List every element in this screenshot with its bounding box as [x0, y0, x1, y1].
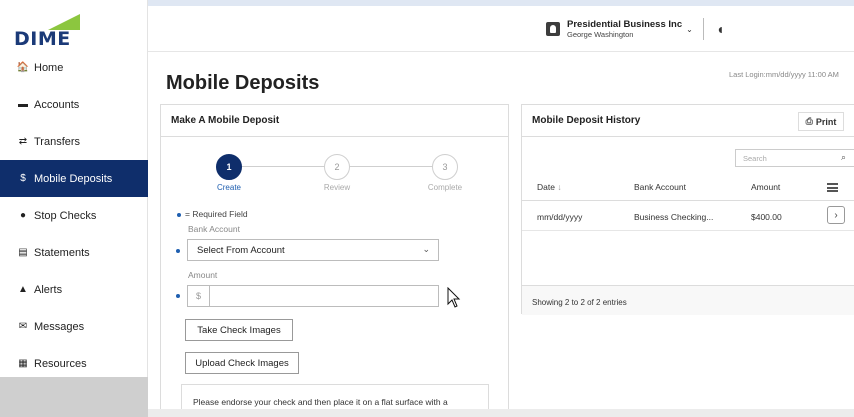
bank-account-value: Select From Account: [197, 244, 285, 256]
step-3-circle: 3: [432, 154, 458, 180]
required-dot-icon: [177, 212, 181, 217]
column-header-bank-account: Bank Account: [634, 182, 686, 192]
home-icon: 🏠: [16, 62, 30, 73]
envelope-icon: ✉: [18, 321, 28, 332]
date-header-text: Date: [537, 182, 555, 192]
amount-label: Amount: [188, 270, 218, 280]
bank-account-select[interactable]: Select From Account ⌄: [187, 239, 439, 261]
header-divider: [702, 18, 704, 40]
page-title: Mobile Deposits: [166, 72, 320, 94]
document-icon: ▤: [18, 247, 28, 258]
sort-down-icon: ↓: [557, 182, 562, 192]
stop-icon: ●: [19, 210, 27, 221]
required-dot-icon: [176, 294, 180, 298]
sidebar-item-home[interactable]: 🏠 Home: [0, 49, 148, 86]
account-text: Presidential Business Inc George Washing…: [567, 19, 682, 40]
sidebar-item-statements[interactable]: ▤ Statements: [0, 234, 148, 271]
upload-check-images-button[interactable]: Upload Check Images: [185, 352, 299, 374]
deposit-history-panel: Mobile Deposit History ⎙ Print Search ⌕ D…: [521, 104, 854, 315]
sidebar-item-transfers[interactable]: ⇄ Transfers: [0, 123, 148, 160]
deposit-stepper: 1 2 3 Create Review Complete: [211, 152, 462, 192]
bell-icon: ▲: [18, 284, 28, 295]
print-button[interactable]: ⎙ Print: [798, 112, 844, 131]
dollar-icon: $: [20, 173, 26, 184]
sidebar-item-mobile-deposits[interactable]: $ Mobile Deposits: [0, 160, 148, 197]
last-login: Last Login:mm/dd/yyyy 11:00 AM: [729, 70, 839, 79]
search-placeholder: Search: [743, 153, 767, 163]
business-name: Presidential Business Inc: [567, 18, 683, 30]
table-row: mm/dd/yyyy Business Checking... $400.00 …: [522, 201, 854, 231]
mouse-pointer-icon: [447, 287, 461, 308]
sidebar-item-label: Transfers: [34, 135, 81, 148]
instructions-text: Please endorse your check and then place…: [193, 397, 448, 407]
step-2-circle: 2: [324, 154, 350, 180]
chevron-down-icon: ⌄: [686, 24, 693, 34]
sidebar-item-accounts[interactable]: ▬ Accounts: [0, 86, 148, 123]
amount-input[interactable]: [210, 286, 438, 306]
column-settings-icon[interactable]: [827, 183, 838, 192]
sidebar-item-label: Stop Checks: [34, 209, 97, 222]
required-note-text: = Required Field: [185, 209, 248, 219]
table-footer: Showing 2 to 2 of 2 entries: [522, 285, 854, 315]
required-field-note: = Required Field: [177, 209, 248, 219]
top-header: [148, 0, 854, 52]
bank-account-label: Bank Account: [188, 224, 240, 234]
account-switcher[interactable]: Presidential Business Inc George Washing…: [546, 18, 724, 40]
help-icon[interactable]: ◖: [716, 21, 724, 37]
step-3-label: Complete: [427, 183, 463, 192]
step-1-label: Create: [216, 183, 241, 192]
user-badge-icon: [546, 22, 560, 36]
sidebar-item-stop-checks[interactable]: ● Stop Checks: [0, 197, 148, 234]
sidebar-footer: [0, 377, 148, 417]
sidebar-item-label: Resources: [34, 357, 87, 370]
sidebar-item-label: Home: [34, 61, 64, 74]
chevron-right-icon[interactable]: ›: [827, 206, 845, 224]
logo-text: DIME: [14, 28, 71, 50]
sidebar: DIME 🏠 Home ▬ Accounts ⇄ Transfers $ Mobile Dep…: [0, 0, 148, 417]
make-deposit-title: Make A Mobile Deposit: [161, 105, 508, 137]
take-check-images-button[interactable]: Take Check Images: [185, 319, 293, 341]
step-1-circle: 1: [216, 154, 242, 180]
row-amount: $400.00: [751, 212, 782, 222]
currency-symbol: $: [188, 286, 210, 306]
column-header-date[interactable]: Date ↓: [537, 182, 562, 192]
column-header-amount: Amount: [751, 182, 781, 192]
folder-icon: ▬: [18, 99, 28, 110]
history-table-header: Date ↓ Bank Account Amount: [522, 173, 854, 201]
sidebar-item-label: Alerts: [34, 283, 63, 296]
dime-logo[interactable]: DIME: [14, 14, 84, 50]
sidebar-nav: 🏠 Home ▬ Accounts ⇄ Transfers $ Mobile Deposits…: [0, 49, 148, 382]
sidebar-item-label: Statements: [34, 246, 90, 259]
print-label: Print: [815, 116, 837, 127]
transfer-arrows-icon: ⇄: [18, 136, 28, 147]
user-name: George Washington: [567, 29, 634, 39]
search-icon: ⌕: [840, 152, 846, 162]
required-dot-icon: [176, 249, 180, 253]
row-bank-account: Business Checking...: [634, 212, 714, 222]
chevron-down-icon: ⌄: [422, 244, 430, 254]
sidebar-item-label: Messages: [34, 320, 85, 333]
step-2-label: Review: [323, 183, 351, 192]
printer-icon: ⎙: [805, 116, 813, 126]
history-search-input[interactable]: Search ⌕: [735, 149, 854, 167]
amount-field: $: [187, 285, 439, 307]
row-date: mm/dd/yyyy: [537, 212, 583, 222]
sidebar-item-label: Accounts: [34, 98, 80, 111]
make-deposit-panel: Make A Mobile Deposit 1 2 3 Create Revie…: [160, 104, 509, 417]
bottom-edge: [148, 409, 854, 417]
sidebar-item-alerts[interactable]: ▲ Alerts: [0, 271, 148, 308]
sidebar-item-messages[interactable]: ✉ Messages: [0, 308, 148, 345]
book-icon: ▦: [18, 358, 28, 369]
sidebar-item-label: Mobile Deposits: [34, 172, 113, 185]
